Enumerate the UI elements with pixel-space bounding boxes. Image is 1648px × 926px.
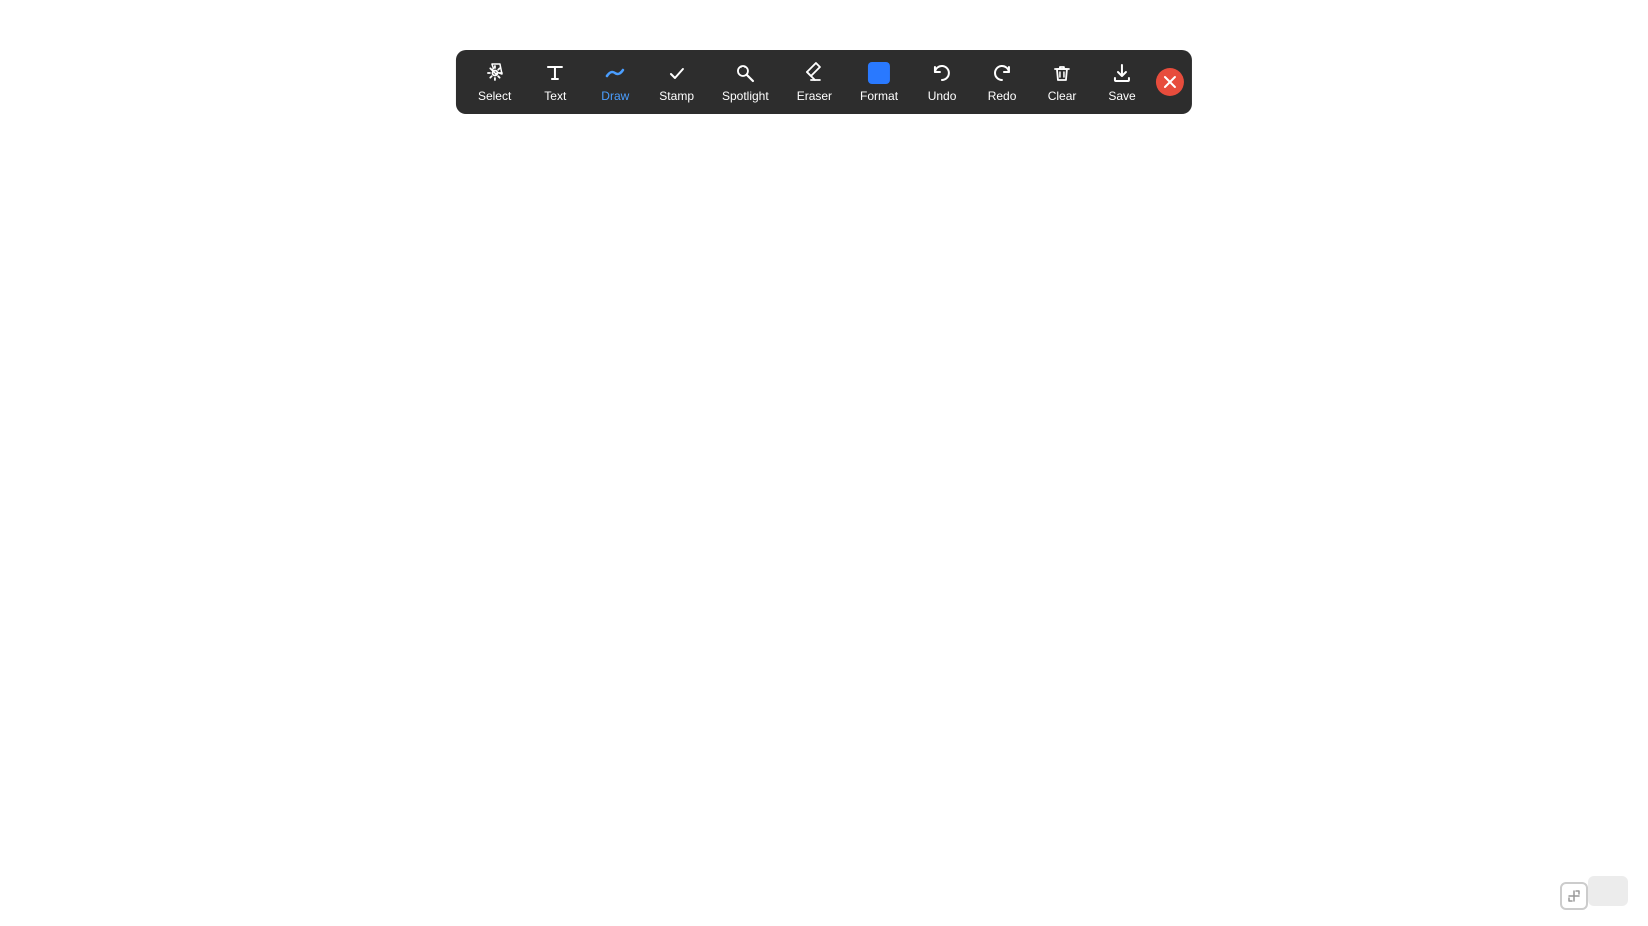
eraser-tool[interactable]: Eraser (783, 53, 846, 111)
undo-tool[interactable]: Undo (912, 53, 972, 111)
format-tool[interactable]: Format (846, 53, 912, 111)
stamp-label: Stamp (659, 89, 694, 103)
corner-decoration (1588, 876, 1628, 906)
select-tool[interactable]: Select (464, 53, 525, 111)
clear-label: Clear (1048, 89, 1077, 103)
clear-tool[interactable]: Clear (1032, 53, 1092, 111)
annotation-toolbar: Select Text Draw Stamp (456, 50, 1192, 114)
save-label: Save (1108, 89, 1135, 103)
select-label: Select (478, 89, 511, 103)
eraser-label: Eraser (797, 89, 832, 103)
close-button[interactable] (1156, 68, 1184, 96)
eraser-icon (802, 61, 826, 85)
format-icon (867, 61, 891, 85)
text-icon (543, 61, 567, 85)
undo-label: Undo (928, 89, 957, 103)
select-icon (483, 61, 507, 85)
draw-tool[interactable]: Draw (585, 53, 645, 111)
stamp-icon (665, 61, 689, 85)
corner-expand-button[interactable] (1560, 882, 1588, 910)
redo-tool[interactable]: Redo (972, 53, 1032, 111)
spotlight-label: Spotlight (722, 89, 769, 103)
redo-label: Redo (988, 89, 1017, 103)
clear-icon (1050, 61, 1074, 85)
redo-icon (990, 61, 1014, 85)
format-label: Format (860, 89, 898, 103)
text-label: Text (544, 89, 566, 103)
text-tool[interactable]: Text (525, 53, 585, 111)
save-tool[interactable]: Save (1092, 53, 1152, 111)
spotlight-tool[interactable]: Spotlight (708, 53, 783, 111)
draw-icon (603, 61, 627, 85)
undo-icon (930, 61, 954, 85)
draw-label: Draw (601, 89, 629, 103)
spotlight-icon (733, 61, 757, 85)
save-icon (1110, 61, 1134, 85)
stamp-tool[interactable]: Stamp (645, 53, 708, 111)
